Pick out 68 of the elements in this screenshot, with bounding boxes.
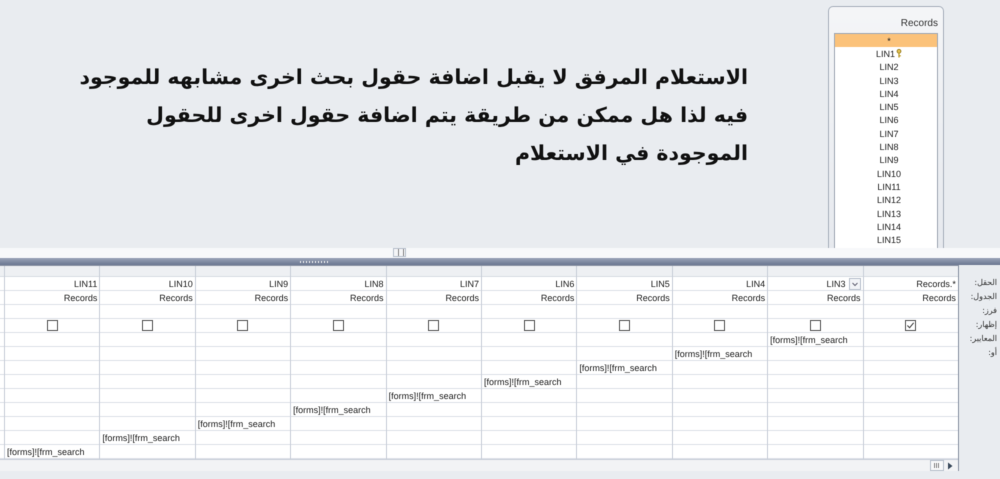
table-cell[interactable]: Records [291,291,386,305]
key-icon [896,49,902,58]
field-cell[interactable]: LIN6 [482,277,576,291]
criteria-cell[interactable]: [forms]![frm_search [293,404,371,414]
show-checkbox[interactable] [142,320,154,331]
table-cell[interactable]: Records [100,291,195,305]
splitter-thumb[interactable] [393,248,406,257]
field-cell[interactable]: LIN3 [768,277,863,291]
row-label: المعايير: [970,333,997,345]
show-checkbox[interactable] [46,320,58,331]
row-label: الحقل: [974,277,997,289]
table-title: Records [900,17,938,31]
show-checkbox[interactable] [332,320,344,331]
field-list-item[interactable]: LIN13 [835,206,937,220]
table-cell[interactable]: Records [577,291,672,305]
field-cell[interactable]: LIN11 [5,277,100,291]
row-label: الجدول: [970,291,997,303]
field-list-item[interactable]: * [835,34,937,48]
criteria-cell[interactable]: [forms]![frm_search [579,362,657,372]
table-cell[interactable]: Records [864,291,958,305]
show-checkbox[interactable] [524,320,535,331]
row-label: فرز: [982,305,997,317]
splitter-bar[interactable] [0,258,1000,265]
field-list-item[interactable]: LIN14 [835,220,937,234]
field-cell[interactable]: LIN8 [291,277,386,291]
field-list-item[interactable]: LIN1 [835,47,937,61]
table-cell[interactable]: Records [672,291,768,305]
table-cell[interactable]: Records [482,291,576,305]
field-list-item[interactable]: LIN2 [835,60,937,74]
table-cell[interactable]: Records [196,291,290,305]
table-cell[interactable]: Records [5,291,100,305]
field-list-item[interactable]: LIN12 [835,194,937,207]
show-checkbox[interactable] [237,320,248,331]
show-checkbox[interactable] [619,320,630,331]
field-list-item[interactable]: LIN3 [835,74,937,88]
scrollbar-thumb[interactable] [930,460,944,471]
field-list-item[interactable]: LIN11 [835,180,937,194]
field-cell[interactable]: LIN9 [196,277,290,291]
field-list-item[interactable]: LIN5 [835,100,937,114]
field-cell[interactable]: LIN5 [577,277,672,291]
field-cell[interactable]: Records.* [864,277,958,291]
field-cell[interactable]: LIN10 [100,277,195,291]
criteria-cell[interactable]: [forms]![frm_search [7,446,85,456]
criteria-cell[interactable]: [forms]![frm_search [102,432,180,442]
table-cell[interactable]: Records [768,291,863,305]
field-list-item[interactable]: LIN15 [835,233,937,247]
field-cell[interactable]: LIN4 [672,277,768,291]
field-list-item[interactable]: LIN9 [835,154,937,167]
show-checkbox[interactable] [714,320,726,331]
field-list-item[interactable]: LIN10 [835,166,937,180]
show-checkbox[interactable] [810,320,821,331]
table-cell[interactable]: Records [386,291,481,305]
row-label: أو: [988,346,997,359]
row-label: إظهار: [976,319,997,331]
criteria-cell[interactable]: [forms]![frm_search [484,376,562,386]
field-list-item[interactable]: LIN8 [835,140,937,154]
show-checkbox[interactable] [428,320,440,331]
show-checkbox[interactable] [905,320,916,331]
field-list-item[interactable]: LIN6 [835,114,937,128]
field-cell[interactable]: LIN7 [386,277,481,291]
question-text: الاستعلام المرفق لا يقبل اضافة حقول بحث اخرى مشابهه للموجود فيه لذا هل ممكن من طريقة يتم اضافة حقول اخرى للحقول الموجودة في الاستعلام [78,64,748,167]
field-list-item[interactable]: LIN7 [835,127,937,140]
criteria-cell[interactable]: [forms]![frm_search [770,334,848,344]
criteria-cell[interactable]: [forms]![frm_search [388,390,466,400]
criteria-cell[interactable]: [forms]![frm_search [674,348,752,358]
field-list-item[interactable]: LIN4 [835,87,937,100]
dropdown-icon[interactable] [848,278,861,290]
criteria-cell[interactable]: [forms]![frm_search [198,418,276,428]
